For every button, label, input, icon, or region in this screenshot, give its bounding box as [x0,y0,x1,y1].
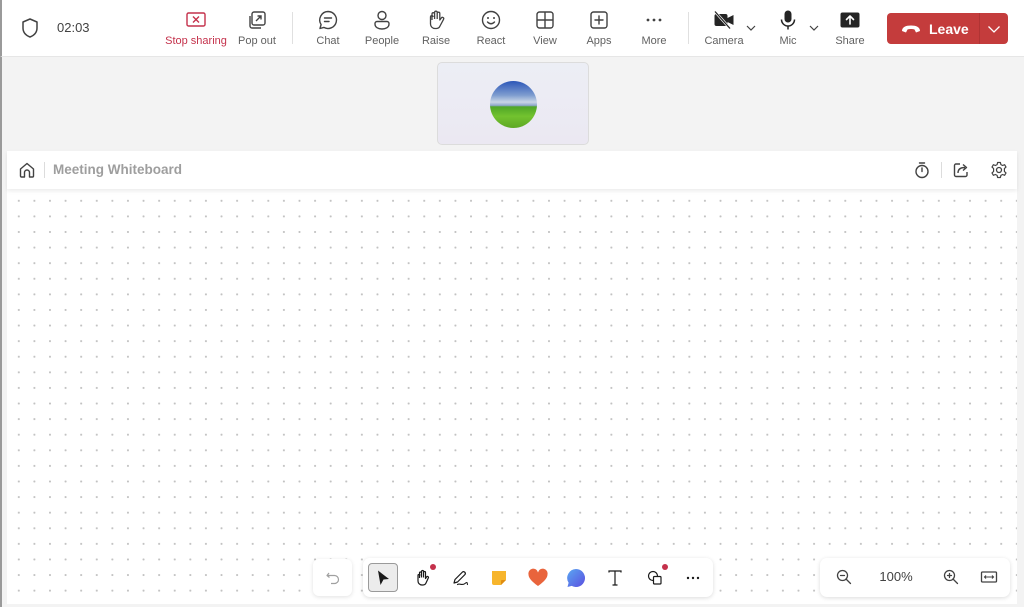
grid-view-icon [534,9,556,31]
whiteboard-tools [363,558,713,597]
sticky-note-tool[interactable] [484,563,514,592]
toolbar-divider [688,12,689,44]
timer-icon[interactable] [913,161,931,179]
leave-options-button[interactable] [980,13,1008,44]
undo-button[interactable] [313,559,352,596]
pen-icon [453,570,469,585]
window-edge [0,57,2,607]
meeting-timer: 02:03 [57,20,90,35]
chat-button[interactable]: Chat [312,9,344,51]
camera-button[interactable]: Camera [704,9,744,51]
settings-gear-icon[interactable] [990,161,1008,179]
whiteboard-header: Meeting Whiteboard [7,151,1017,189]
more-button[interactable]: More [639,9,669,51]
shapes-icon [647,570,662,585]
zoom-in-button[interactable] [941,567,961,587]
zoom-controls: 100% [820,558,1010,597]
share-label: Share [835,35,865,47]
shapes-tool[interactable] [640,563,670,592]
comment-tool[interactable] [561,563,591,592]
react-label: React [476,35,506,47]
leave-label: Leave [929,20,969,37]
chat-label: Chat [316,35,340,47]
raise-hand-button[interactable]: Raise [422,9,450,51]
share-tray-icon [839,9,861,31]
toolbar-divider [292,12,293,44]
view-button[interactable]: View [531,9,559,51]
pop-out-label: Pop out [238,35,276,47]
smiley-icon [480,9,502,31]
whiteboard-title: Meeting Whiteboard [53,162,182,177]
reactions-tool[interactable] [523,563,553,592]
header-divider [44,162,45,178]
fit-to-screen-button[interactable] [979,567,999,587]
stop-sharing-button[interactable]: Stop sharing [165,9,227,51]
camera-off-icon [713,9,735,31]
undo-icon [325,572,339,584]
share-export-icon[interactable] [952,161,970,179]
more-icon [686,576,700,579]
people-button[interactable]: People [364,9,400,51]
mic-icon [777,9,799,31]
chevron-down-icon [988,25,1000,33]
pop-out-button[interactable]: Pop out [237,9,277,51]
shield-icon[interactable] [20,17,40,39]
pen-tool[interactable] [445,563,475,592]
notification-dot [662,564,668,570]
fit-to-screen-icon [980,571,998,583]
mic-label: Mic [779,35,797,47]
notification-dot [430,564,436,570]
raise-hand-icon [425,9,447,31]
participant-video-tile[interactable] [437,62,589,145]
hang-up-icon [902,25,920,32]
zoom-in-icon [943,569,959,585]
hand-icon [417,569,430,586]
mic-button[interactable]: Mic [775,9,801,51]
view-label: View [533,35,557,47]
apps-button[interactable]: Apps [585,9,613,51]
share-button[interactable]: Share [835,9,865,51]
sticky-note-icon [492,570,506,585]
select-tool[interactable] [368,563,398,592]
home-icon[interactable] [18,161,36,179]
whiteboard-canvas[interactable] [7,189,1017,604]
mic-options-chevron-icon[interactable] [808,22,820,34]
meeting-toolbar: 02:03 Stop sharing Pop out Chat People R… [0,0,1024,57]
pan-tool[interactable] [408,563,438,592]
apps-label: Apps [586,35,612,47]
more-icon [643,9,665,31]
pop-out-icon [246,9,268,31]
more-label: More [641,35,667,47]
leave-button[interactable]: Leave [887,13,979,44]
people-icon [371,9,393,31]
zoom-out-icon [836,569,852,585]
people-label: People [364,35,400,47]
leave-button-group: Leave [887,13,1008,44]
chat-icon [317,9,339,31]
more-tools-button[interactable] [678,563,708,592]
heart-icon [528,568,548,586]
zoom-level: 100% [879,569,913,584]
comment-bubble-icon [567,568,586,587]
camera-options-chevron-icon[interactable] [745,22,757,34]
camera-label: Camera [704,35,744,47]
text-tool[interactable] [600,563,630,592]
add-app-icon [588,9,610,31]
text-icon [608,569,622,586]
zoom-out-button[interactable] [834,567,854,587]
react-button[interactable]: React [476,9,506,51]
header-divider [941,162,942,178]
stop-sharing-label: Stop sharing [165,35,227,47]
select-arrow-icon [378,570,389,585]
participant-avatar [490,81,537,128]
raise-label: Raise [421,35,451,47]
stop-share-icon [185,9,207,31]
